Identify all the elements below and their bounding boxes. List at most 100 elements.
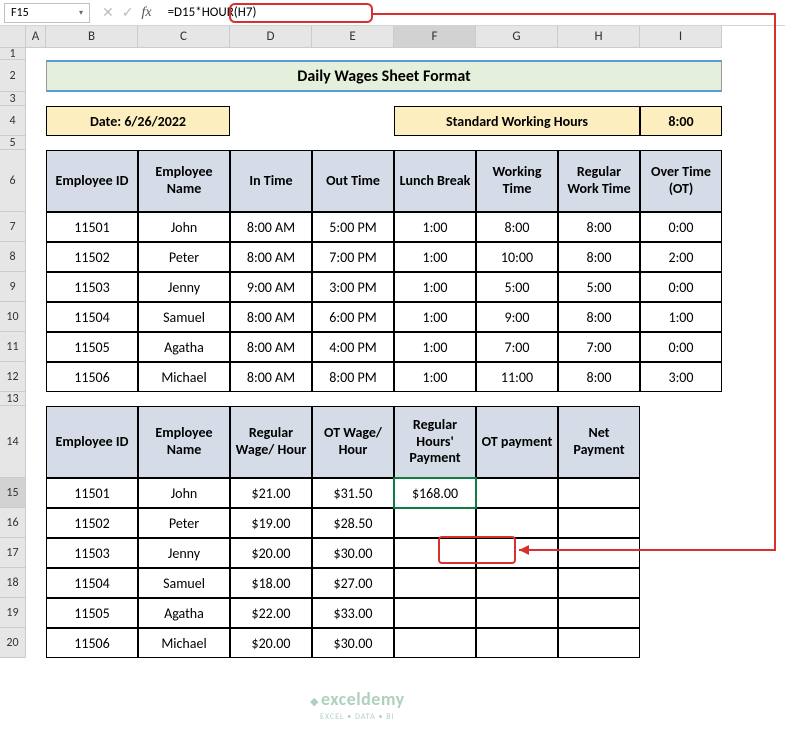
cell-blank[interactable] bbox=[26, 538, 46, 568]
t1-r3c3[interactable]: 6:00 PM bbox=[312, 302, 394, 332]
t2-r5c0[interactable]: 11506 bbox=[46, 628, 138, 658]
cell-blank[interactable] bbox=[640, 538, 722, 568]
t2-hdr-0[interactable]: Employee ID bbox=[46, 406, 138, 478]
t1-hdr-7[interactable]: Over Time (OT) bbox=[640, 150, 722, 212]
t1-r4c2[interactable]: 8:00 AM bbox=[230, 332, 312, 362]
t2-r5c2[interactable]: $20.00 bbox=[230, 628, 312, 658]
col-D[interactable]: D bbox=[230, 26, 312, 48]
t1-r1c3[interactable]: 7:00 PM bbox=[312, 242, 394, 272]
t1-r5c0[interactable]: 11506 bbox=[46, 362, 138, 392]
t1-r4c7[interactable]: 0:00 bbox=[640, 332, 722, 362]
col-G[interactable]: G bbox=[476, 26, 558, 48]
t2-r5c5[interactable] bbox=[476, 628, 558, 658]
t2-r0c0[interactable]: 11501 bbox=[46, 478, 138, 508]
formula-input[interactable] bbox=[164, 3, 781, 23]
row-13[interactable]: 13 bbox=[0, 392, 26, 406]
t2-r3c3[interactable]: $27.00 bbox=[312, 568, 394, 598]
t1-r3c7[interactable]: 1:00 bbox=[640, 302, 722, 332]
cell-blank[interactable] bbox=[640, 406, 722, 478]
cell-blank[interactable] bbox=[26, 60, 46, 92]
t2-hdr-5[interactable]: OT payment bbox=[476, 406, 558, 478]
std-hours-label[interactable]: Standard Working Hours bbox=[394, 106, 640, 136]
t2-r3c2[interactable]: $18.00 bbox=[230, 568, 312, 598]
t1-r1c2[interactable]: 8:00 AM bbox=[230, 242, 312, 272]
cell-blank[interactable] bbox=[230, 106, 394, 136]
col-I[interactable]: I bbox=[640, 26, 722, 48]
cell-blank[interactable] bbox=[640, 568, 722, 598]
t2-r2c2[interactable]: $20.00 bbox=[230, 538, 312, 568]
t1-r5c7[interactable]: 3:00 bbox=[640, 362, 722, 392]
std-hours-value[interactable]: 8:00 bbox=[640, 106, 722, 136]
cell-blank[interactable] bbox=[26, 242, 46, 272]
t2-r2c5[interactable] bbox=[476, 538, 558, 568]
t2-r5c4[interactable] bbox=[394, 628, 476, 658]
t2-r3c5[interactable] bbox=[476, 568, 558, 598]
t1-r4c5[interactable]: 7:00 bbox=[476, 332, 558, 362]
t1-r4c6[interactable]: 7:00 bbox=[558, 332, 640, 362]
row-4[interactable]: 4 bbox=[0, 106, 26, 136]
row-3[interactable]: 3 bbox=[0, 92, 26, 106]
cell-blank[interactable] bbox=[26, 628, 46, 658]
cell-blank[interactable] bbox=[26, 508, 46, 538]
t1-hdr-5[interactable]: Working Time bbox=[476, 150, 558, 212]
cell-blank[interactable] bbox=[640, 508, 722, 538]
cell-blank[interactable] bbox=[640, 478, 722, 508]
t2-r3c6[interactable] bbox=[558, 568, 640, 598]
cell-blank[interactable] bbox=[26, 150, 46, 212]
t1-hdr-0[interactable]: Employee ID bbox=[46, 150, 138, 212]
t2-r1c1[interactable]: Peter bbox=[138, 508, 230, 538]
t1-r1c6[interactable]: 8:00 bbox=[558, 242, 640, 272]
cell-blank[interactable] bbox=[26, 332, 46, 362]
t2-r0c3[interactable]: $31.50 bbox=[312, 478, 394, 508]
row-5[interactable]: 5 bbox=[0, 136, 26, 150]
row-11[interactable]: 11 bbox=[0, 332, 26, 362]
col-B[interactable]: B bbox=[46, 26, 138, 48]
t1-r1c7[interactable]: 2:00 bbox=[640, 242, 722, 272]
t1-r2c1[interactable]: Jenny bbox=[138, 272, 230, 302]
t1-r2c3[interactable]: 3:00 PM bbox=[312, 272, 394, 302]
t1-r3c1[interactable]: Samuel bbox=[138, 302, 230, 332]
t1-hdr-6[interactable]: Regular Work Time bbox=[558, 150, 640, 212]
t2-r4c6[interactable] bbox=[558, 598, 640, 628]
col-H[interactable]: H bbox=[558, 26, 640, 48]
t1-hdr-4[interactable]: Lunch Break bbox=[394, 150, 476, 212]
row-12[interactable]: 12 bbox=[0, 362, 26, 392]
t1-r4c1[interactable]: Agatha bbox=[138, 332, 230, 362]
t2-r0c6[interactable] bbox=[558, 478, 640, 508]
t2-r1c2[interactable]: $19.00 bbox=[230, 508, 312, 538]
t1-hdr-1[interactable]: Employee Name bbox=[138, 150, 230, 212]
t1-r2c2[interactable]: 9:00 AM bbox=[230, 272, 312, 302]
row-9[interactable]: 9 bbox=[0, 272, 26, 302]
t1-r2c4[interactable]: 1:00 bbox=[394, 272, 476, 302]
enter-icon[interactable]: ✓ bbox=[122, 4, 134, 21]
t1-r2c7[interactable]: 0:00 bbox=[640, 272, 722, 302]
cell-blank[interactable] bbox=[26, 406, 46, 478]
row-19[interactable]: 19 bbox=[0, 598, 26, 628]
select-all-corner[interactable] bbox=[0, 26, 26, 48]
cell-blank[interactable] bbox=[26, 302, 46, 332]
t1-r0c6[interactable]: 8:00 bbox=[558, 212, 640, 242]
row-6[interactable]: 6 bbox=[0, 150, 26, 212]
t1-r4c0[interactable]: 11505 bbox=[46, 332, 138, 362]
t2-hdr-6[interactable]: Net Payment bbox=[558, 406, 640, 478]
cell-blank[interactable] bbox=[26, 568, 46, 598]
t1-r1c0[interactable]: 11502 bbox=[46, 242, 138, 272]
col-A[interactable]: A bbox=[26, 26, 46, 48]
t1-r0c1[interactable]: John bbox=[138, 212, 230, 242]
cell-blank[interactable] bbox=[26, 48, 722, 60]
t2-r4c4[interactable] bbox=[394, 598, 476, 628]
t2-r1c5[interactable] bbox=[476, 508, 558, 538]
row-2[interactable]: 2 bbox=[0, 60, 26, 92]
t2-r3c1[interactable]: Samuel bbox=[138, 568, 230, 598]
t1-hdr-2[interactable]: In Time bbox=[230, 150, 312, 212]
worksheet-grid[interactable]: Daily Wages Sheet Format Date: 6/26/2022… bbox=[26, 48, 722, 658]
name-box-dropdown-icon[interactable]: ▾ bbox=[79, 8, 83, 18]
fx-icon[interactable]: fx bbox=[141, 5, 151, 21]
t1-r0c0[interactable]: 11501 bbox=[46, 212, 138, 242]
row-14[interactable]: 14 bbox=[0, 406, 26, 478]
t1-r5c5[interactable]: 11:00 bbox=[476, 362, 558, 392]
t2-r5c6[interactable] bbox=[558, 628, 640, 658]
t2-r2c3[interactable]: $30.00 bbox=[312, 538, 394, 568]
t2-r4c3[interactable]: $33.00 bbox=[312, 598, 394, 628]
t2-r4c5[interactable] bbox=[476, 598, 558, 628]
